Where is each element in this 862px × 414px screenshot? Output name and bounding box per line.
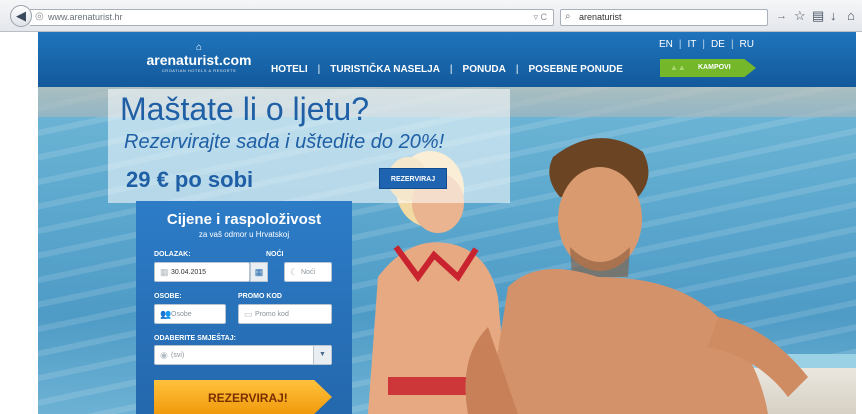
search-field[interactable]: ⌕ arenaturist (560, 9, 768, 26)
download-icon[interactable]: ↓ (830, 8, 837, 23)
arrival-date-field[interactable]: ▦ 30.04.2015 (154, 262, 250, 282)
arrival-date-value[interactable]: 30.04.2015 (171, 269, 206, 276)
kampovi-button[interactable]: ▲▲ KAMPOVI (660, 59, 756, 77)
browser-toolbar: ◎ www.arenaturist.hr ▿ C ◀ ⌕ arenaturist… (0, 0, 862, 32)
booking-subtitle: za vaš odmor u Hrvatskoj (198, 230, 290, 239)
main-nav: HOTELI | TURISTIČKA NASELJA | PONUDA | POSEBNE… (271, 64, 623, 75)
persons-icon: 👥 (160, 309, 172, 319)
arrival-label: DOLAZAK: (154, 251, 191, 258)
nav-ponuda[interactable]: PONUDA (463, 64, 506, 75)
url-text[interactable]: www.arenaturist.hr (48, 12, 123, 22)
tent-icon: ▲▲ (670, 63, 686, 72)
persons-field[interactable]: 👥 Osobe (154, 304, 226, 324)
promo-panel: Maštate li o ljetu? Rezervirajte sada i … (108, 89, 510, 203)
site-logo[interactable]: ⌂ arenaturist.com CROATIAN HOTELS & RESO… (144, 43, 254, 74)
promo-subtitle: Rezervirajte sada i uštedite do 20%! (124, 131, 445, 153)
nights-placeholder[interactable]: Noći (301, 269, 315, 276)
accommodation-label: ODABERITE SMJEŠTAJ: (154, 335, 236, 342)
globe-icon: ◎ (35, 11, 44, 22)
hero-banner: Maštate li o ljetu? Rezervirajte sada i … (38, 87, 856, 414)
language-switcher: EN | IT | DE | RU (653, 39, 760, 50)
search-query[interactable]: arenaturist (579, 12, 622, 22)
booking-submit-button[interactable]: REZERVIRAJ! (154, 380, 332, 414)
chevron-down-icon[interactable]: ▼ (313, 346, 331, 364)
nights-field[interactable]: ☾ Noći (284, 262, 332, 282)
bookmarks-icon[interactable]: ▤ (812, 8, 824, 24)
booking-title: Cijene i raspoloživost (166, 211, 322, 228)
lang-en[interactable]: EN (653, 39, 679, 50)
go-icon[interactable]: → (776, 10, 787, 22)
nav-hoteli[interactable]: HOTELI (271, 64, 308, 75)
ticket-icon: ▭ (244, 309, 253, 319)
address-bar[interactable]: ◎ www.arenaturist.hr ▿ C (30, 9, 554, 26)
lang-de[interactable]: DE (705, 39, 731, 50)
reload-icon[interactable]: ▿ C (533, 12, 547, 23)
page-margin (0, 32, 38, 414)
promo-title: Maštate li o ljetu? (120, 91, 370, 127)
lang-ru[interactable]: RU (734, 39, 760, 50)
site-header: EN | IT | DE | RU ⌂ arenaturist.com CROATIAN H… (38, 32, 856, 87)
kampovi-label: KAMPOVI (698, 64, 731, 71)
location-pin-icon: ◉ (160, 350, 168, 360)
logo-tagline: CROATIAN HOTELS & RESORTS (161, 68, 237, 73)
logo-name: arenaturist.com (146, 52, 252, 68)
persons-label: OSOBE: (154, 293, 182, 300)
promo-code-placeholder[interactable]: Promo kod (255, 311, 289, 318)
booking-submit-label: REZERVIRAJ! (208, 391, 288, 405)
persons-placeholder[interactable]: Osobe (171, 311, 192, 318)
lang-it[interactable]: IT (682, 39, 703, 50)
accommodation-value[interactable]: (svi) (171, 352, 184, 359)
nights-label: NOĆI (266, 251, 284, 258)
promo-reserve-button[interactable]: REZERVIRAJ (379, 168, 447, 189)
moon-icon: ☾ (290, 267, 299, 277)
star-icon[interactable]: ☆ (794, 8, 806, 24)
calendar-field-icon: ▦ (160, 267, 169, 277)
nav-turisticka-naselja[interactable]: TURISTIČKA NASELJA (330, 64, 440, 75)
accommodation-select[interactable]: ◉ (svi) ▼ (154, 345, 332, 365)
home-icon[interactable]: ⌂ (847, 8, 855, 23)
back-icon[interactable]: ◀ (10, 5, 32, 27)
promo-code-field[interactable]: ▭ Promo kod (238, 304, 332, 324)
search-icon: ⌕ (565, 11, 571, 22)
promo-code-label: PROMO KOD (238, 293, 282, 300)
promo-price: 29 € po sobi (126, 167, 254, 192)
nav-posebne-ponude[interactable]: POSEBNE PONUDE (528, 64, 622, 75)
calendar-icon[interactable]: ▦ (250, 262, 268, 282)
